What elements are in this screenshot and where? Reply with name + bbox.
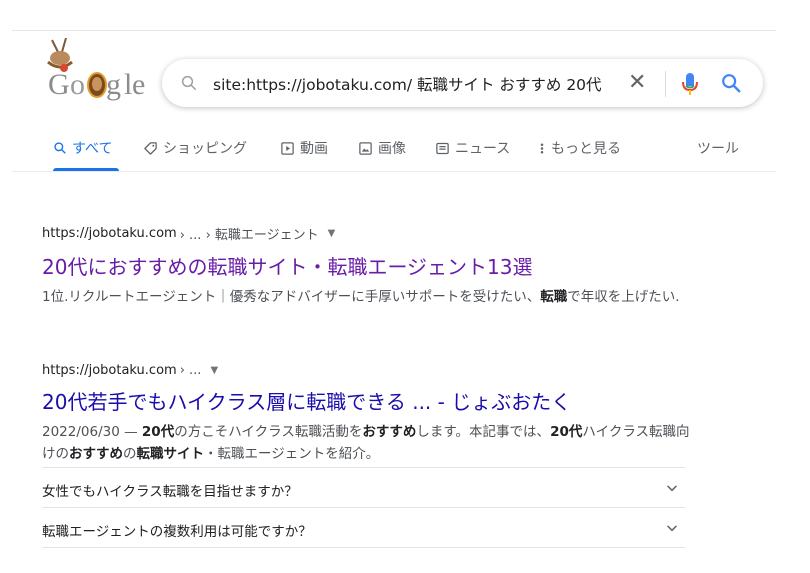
result-snippet: 1位.リクルートエージェント｜優秀なアドバイザーに手厚いサポートを受けたい、転職… [42, 286, 692, 308]
result-url: https://jobotaku.com [42, 226, 177, 241]
faq-bottom-divider [42, 547, 685, 548]
snippet-emphasis: 20代 [550, 424, 583, 440]
tab-label: ショッピング [163, 141, 247, 157]
chevron-down-icon [667, 485, 677, 492]
result-url: https://jobotaku.com [42, 363, 177, 378]
result-path: › ... [179, 363, 202, 378]
top-divider [12, 30, 776, 31]
google-doodle-logo[interactable]: G o g l e [44, 37, 150, 108]
tab-videos[interactable]: 動画 [280, 138, 328, 158]
faq-item[interactable]: 転職エージェントの複数利用は可能ですか？ [42, 507, 685, 548]
more-vert-icon [540, 143, 544, 153]
tab-all[interactable]: すべて [53, 138, 112, 158]
logo-letter-e: e [132, 68, 145, 101]
tab-label: もっと見る [551, 141, 621, 157]
search-separator [665, 71, 666, 97]
result-path: › ... › 転職エージェント [179, 228, 319, 243]
snippet-text: 2022/06/30 — [42, 424, 142, 440]
result-title-link[interactable]: 20代におすすめの転職サイト・転職エージェント13選 [42, 251, 692, 280]
result-title-link[interactable]: 20代若手でもハイクラス層に転職できる ... - じょぶおたく [42, 386, 692, 415]
news-icon [436, 142, 449, 154]
clear-search-icon[interactable]: ✕ [628, 71, 646, 95]
microphone-icon[interactable] [680, 72, 700, 100]
search-icon [54, 142, 66, 154]
tab-label: ニュース [455, 141, 511, 157]
snippet-text: の [123, 446, 137, 462]
result-menu-caret-icon[interactable]: ▼ [328, 228, 336, 239]
result-breadcrumb[interactable]: https://jobotaku.com › ... › 転職エージェント ▼ [42, 224, 692, 243]
tab-label: 動画 [300, 141, 328, 157]
result-breadcrumb[interactable]: https://jobotaku.com › ... ▼ [42, 363, 692, 378]
logo-letter-g2: g [106, 68, 121, 101]
tab-more[interactable]: もっと見る [538, 138, 621, 158]
tab-news[interactable]: ニュース [435, 138, 510, 158]
snippet-text: します。本記事では、 [416, 424, 551, 440]
faq-item[interactable]: 女性でもハイクラス転職を目指せますか？ [42, 467, 685, 508]
tab-shopping[interactable]: ショッピング [143, 138, 247, 158]
image-icon [359, 141, 372, 155]
faq-question: 転職エージェントの複数利用は可能ですか？ [42, 524, 312, 540]
tab-images[interactable]: 画像 [358, 138, 406, 158]
video-icon [281, 141, 294, 155]
tabs-divider [12, 171, 776, 172]
chevron-down-icon [667, 525, 677, 532]
snippet-text: で年収を上げたい. [567, 289, 680, 305]
logo-letter-o1: o [70, 68, 85, 101]
result-snippet: 2022/06/30 — 20代の方こそハイクラス転職活動をおすすめします。本記… [42, 421, 692, 465]
snippet-text: 1位.リクルートエージェント｜優秀なアドバイザーに手厚いサポートを受けたい、 [42, 289, 541, 305]
search-input[interactable]: site:https://jobotaku.com/ 転職サイト おすすめ 20… [213, 73, 602, 95]
tools-button[interactable]: ツール [697, 138, 739, 158]
snippet-emphasis: 転職 [540, 289, 568, 305]
tab-label: 画像 [378, 141, 406, 157]
snippet-emphasis: おすすめ [362, 424, 417, 440]
search-submit-icon[interactable] [720, 72, 742, 98]
search-result: https://jobotaku.com › ... › 転職エージェント ▼ … [42, 224, 692, 308]
snippet-emphasis: おすすめ [69, 446, 123, 462]
snippet-text: の方こそハイクラス転職活動を [174, 424, 363, 440]
snippet-emphasis: 転職サイト [136, 446, 205, 462]
result-menu-caret-icon[interactable]: ▼ [210, 365, 218, 376]
logo-letter-g1: G [48, 68, 70, 101]
search-box[interactable]: site:https://jobotaku.com/ 転職サイト おすすめ 20… [162, 59, 763, 107]
tab-label: すべて [72, 141, 113, 157]
snippet-text: ・転職エージェントを紹介。 [204, 446, 380, 462]
search-icon [180, 74, 198, 96]
snippet-emphasis: 20代 [141, 424, 175, 440]
faq-question: 女性でもハイクラス転職を目指せますか？ [42, 484, 298, 500]
search-result: https://jobotaku.com › ... ▼ 20代若手でもハイクラ… [42, 363, 692, 465]
tag-icon [144, 141, 157, 155]
